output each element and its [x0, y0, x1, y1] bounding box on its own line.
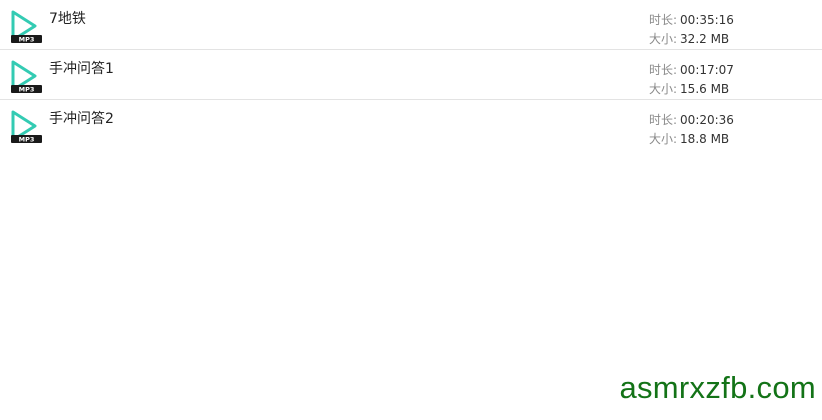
size-label: 大小: — [649, 132, 678, 146]
list-item[interactable]: MP3 手冲问答1 时长: 00:17:07 大小: 15.6 MB — [0, 50, 822, 100]
duration: 时长: 00:20:36 — [649, 112, 734, 128]
size-value: 15.6 MB — [680, 82, 730, 96]
mp3-badge: MP3 — [19, 86, 35, 94]
mp3-badge: MP3 — [19, 136, 35, 144]
list-item[interactable]: MP3 7地铁 时长: 00:35:16 大小: 32.2 MB — [0, 0, 822, 50]
file-name[interactable]: 手冲问答2 — [49, 110, 114, 128]
list-item[interactable]: MP3 手冲问答2 时长: 00:20:36 大小: 18.8 MB — [0, 100, 822, 150]
watermark: asmrxzfb.com — [619, 370, 816, 405]
file-size: 大小: 18.8 MB — [649, 131, 729, 147]
file-size: 大小: 32.2 MB — [649, 31, 729, 47]
file-size: 大小: 15.6 MB — [649, 81, 729, 97]
mp3-play-icon[interactable]: MP3 — [9, 59, 43, 95]
duration: 时长: 00:35:16 — [649, 12, 734, 28]
size-value: 18.8 MB — [680, 132, 730, 146]
file-name[interactable]: 7地铁 — [49, 10, 86, 28]
size-label: 大小: — [649, 82, 678, 96]
size-label: 大小: — [649, 32, 678, 46]
mp3-badge: MP3 — [19, 36, 35, 44]
mp3-play-icon[interactable]: MP3 — [9, 109, 43, 145]
duration-label: 时长: — [649, 13, 678, 27]
duration-value: 00:35:16 — [680, 13, 734, 27]
file-name[interactable]: 手冲问答1 — [49, 60, 114, 78]
duration-value: 00:17:07 — [680, 63, 734, 77]
duration: 时长: 00:17:07 — [649, 62, 734, 78]
duration-label: 时长: — [649, 113, 678, 127]
duration-value: 00:20:36 — [680, 113, 734, 127]
file-list: MP3 7地铁 时长: 00:35:16 大小: 32.2 MB MP3 手冲问答1… — [0, 0, 822, 150]
duration-label: 时长: — [649, 63, 678, 77]
size-value: 32.2 MB — [680, 32, 730, 46]
mp3-play-icon[interactable]: MP3 — [9, 9, 43, 45]
